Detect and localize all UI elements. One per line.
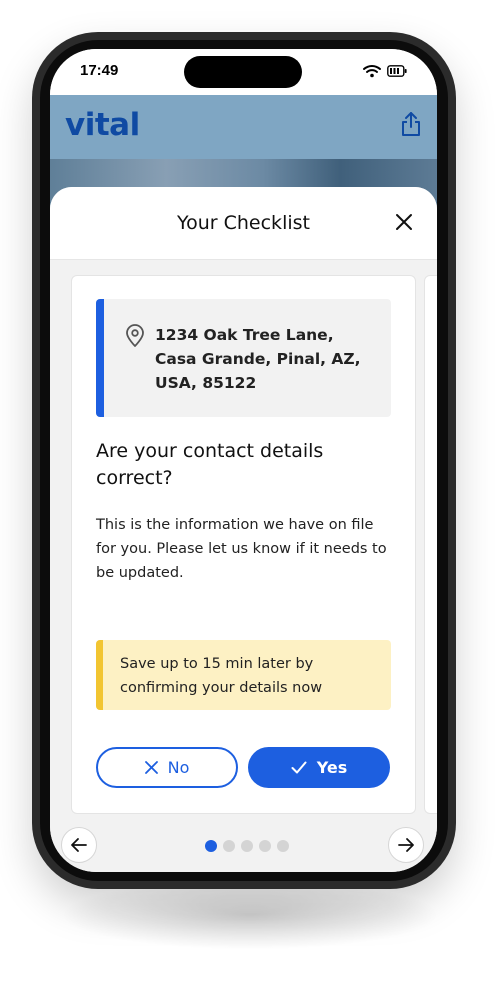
next-card-peek <box>424 275 437 814</box>
yes-button[interactable]: Yes <box>248 747 390 788</box>
address-accent-bar <box>96 299 104 417</box>
location-pin-icon <box>126 324 144 347</box>
pagination-dot[interactable] <box>277 840 289 852</box>
notice-text: Save up to 15 min later by confirming yo… <box>120 656 323 696</box>
pagination-dot[interactable] <box>241 840 253 852</box>
share-icon[interactable] <box>399 111 423 137</box>
checklist-sheet: Your Checklist 1234 Oak Tree Lane, Casa … <box>50 187 437 872</box>
address-box: 1234 Oak Tree Lane, Casa Grande, Pinal, … <box>96 299 391 417</box>
close-icon[interactable] <box>395 213 413 231</box>
check-icon <box>291 761 307 774</box>
yes-button-label: Yes <box>316 758 348 777</box>
sheet-title: Your Checklist <box>177 212 310 234</box>
x-icon <box>144 761 158 774</box>
card-question: Are your contact details correct? <box>96 440 324 489</box>
app-screen: 17:49 vital Your Checklist 1234 Oak Tree… <box>50 49 437 872</box>
checklist-card: 1234 Oak Tree Lane, Casa Grande, Pinal, … <box>71 275 416 814</box>
no-button-label: No <box>167 758 190 777</box>
sheet-header: Your Checklist <box>50 187 437 260</box>
pagination-dot[interactable] <box>259 840 271 852</box>
yes-button-content: Yes <box>248 747 390 788</box>
pagination-dot[interactable] <box>205 840 217 852</box>
time-saving-notice: Save up to 15 min later by confirming yo… <box>96 640 391 710</box>
dynamic-island <box>184 56 302 88</box>
arrow-right-icon <box>398 838 414 852</box>
previous-button[interactable] <box>61 827 97 863</box>
phone-shadow <box>60 880 440 950</box>
pagination-dot[interactable] <box>223 840 235 852</box>
arrow-left-icon <box>71 838 87 852</box>
status-time: 17:49 <box>80 62 119 79</box>
vital-logo: vital <box>65 107 140 143</box>
address-text: 1234 Oak Tree Lane, Casa Grande, Pinal, … <box>155 326 361 392</box>
pagination-dots <box>205 840 289 852</box>
no-button[interactable]: No <box>96 747 238 788</box>
battery-icon <box>387 65 407 77</box>
notice-accent-bar <box>96 640 103 710</box>
wifi-icon <box>363 65 381 78</box>
status-bar: 17:49 <box>50 49 437 95</box>
next-button[interactable] <box>388 827 424 863</box>
card-description: This is the information we have on file … <box>96 517 387 581</box>
no-button-content: No <box>98 749 236 786</box>
